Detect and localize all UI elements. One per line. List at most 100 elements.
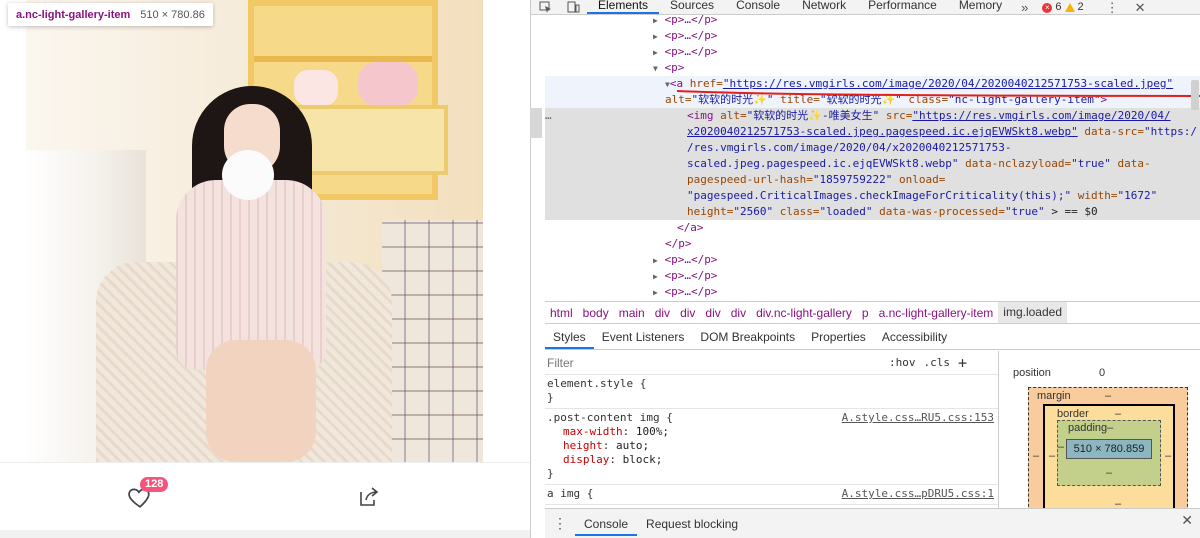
more-tabs-button[interactable]: »: [1013, 1, 1036, 14]
tree-node[interactable]: </a>: [677, 220, 704, 236]
style-property[interactable]: display: block;: [547, 453, 998, 467]
node-attr: class=: [908, 93, 949, 106]
tree-node-img[interactable]: <img alt="软软的时光✨-唯美女生" src="https://res.…: [545, 108, 1200, 124]
tab-accessibility[interactable]: Accessibility: [874, 325, 955, 349]
device-toolbar-icon[interactable]: [559, 0, 587, 14]
node-attr: onload=: [898, 173, 946, 186]
breadcrumb-item[interactable]: html: [545, 306, 578, 320]
tree-node[interactable]: ▶ <p>…</p>: [653, 28, 717, 44]
src-link[interactable]: "https://res.vmgirls.com/image/2020/04/: [912, 109, 1170, 122]
tree-node[interactable]: </p>: [665, 236, 692, 252]
tree-node-img[interactable]: scaled.jpeg.pagespeed.ic.ejqEVWSkt8.webp…: [545, 156, 1200, 172]
error-count[interactable]: × 6 2: [1042, 1, 1084, 14]
border-value: –: [1115, 408, 1122, 420]
tab-elements[interactable]: Elements: [587, 0, 660, 14]
tab-event-listeners[interactable]: Event Listeners: [594, 325, 693, 349]
box-content-size[interactable]: 510 × 780.859: [1066, 439, 1152, 459]
horizontal-scrollbar[interactable]: [0, 530, 530, 538]
tree-node[interactable]: ▼ <p>: [653, 60, 684, 76]
node-value: "true": [1071, 157, 1111, 170]
breadcrumb-item[interactable]: p: [857, 306, 874, 320]
gallery-photo[interactable]: [26, 0, 483, 462]
style-rule[interactable]: a img { A.style.css…pDRU5.css:1: [545, 485, 998, 505]
node-attr: alt=: [665, 93, 692, 106]
tree-node[interactable]: ▶ <p>…</p>: [653, 268, 717, 284]
node-tag: <img: [687, 109, 714, 122]
tab-dom-breakpoints[interactable]: DOM Breakpoints: [692, 325, 803, 349]
box-padding[interactable]: padding– – 510 × 780.859 –: [1057, 420, 1161, 486]
href-link[interactable]: "https://res.vmgirls.com/image/2020/04/2…: [723, 77, 1173, 90]
tree-node-img[interactable]: /res.vmgirls.com/image/2020/04/x20200402…: [545, 140, 1200, 156]
node-text: <p>…</p>: [664, 15, 718, 26]
node-tag: <a: [669, 77, 684, 90]
tree-node-a-cont[interactable]: alt="软软的时光✨" title="软软的时光✨" class="nc-li…: [545, 92, 1200, 108]
tab-memory[interactable]: Memory: [948, 0, 1013, 14]
breadcrumb-item[interactable]: div: [650, 306, 675, 320]
expand-triangle-icon: ▶: [653, 272, 658, 281]
elements-scrollbar-thumb[interactable]: [1191, 80, 1199, 110]
tree-node-img[interactable]: pagespeed-url-hash="1859759222" onload=: [545, 172, 1200, 188]
breadcrumb-item[interactable]: body: [578, 306, 614, 320]
breadcrumb-item[interactable]: a.nc-light-gallery-item: [874, 306, 999, 320]
tree-node-img[interactable]: x2020040212571753-scaled.jpeg.pagespeed.…: [545, 124, 1200, 140]
settings-menu-icon[interactable]: ⋮: [1098, 1, 1127, 14]
drawer-tab-request-blocking[interactable]: Request blocking: [637, 512, 747, 536]
error-count-value: 6: [1055, 1, 1062, 13]
box-margin[interactable]: margin – border – – – – padding– – 510 ×…: [1028, 387, 1188, 508]
close-drawer-icon[interactable]: ✕: [1181, 512, 1193, 529]
tree-node[interactable]: ▶ <p>…</p>: [653, 44, 717, 60]
tab-performance[interactable]: Performance: [857, 0, 948, 14]
node-value: "pagespeed.CriticalImages.checkImageForC…: [687, 189, 1072, 202]
inspect-size: 510 × 780.86: [140, 8, 205, 21]
tree-node[interactable]: ▶ <p>…</p>: [653, 284, 717, 299]
cls-toggle[interactable]: .cls: [920, 356, 955, 369]
devtools-splitter-handle[interactable]: [530, 108, 542, 138]
node-text: <p>…</p>: [664, 269, 718, 282]
tree-node-img[interactable]: height="2560" class="loaded" data-was-pr…: [545, 204, 1200, 220]
expand-triangle-icon: ▶: [653, 32, 658, 41]
tree-node-a[interactable]: ▼<a href="https://res.vmgirls.com/image/…: [545, 76, 1200, 92]
tree-node-img[interactable]: "pagespeed.CriticalImages.checkImageForC…: [545, 188, 1200, 204]
style-rule[interactable]: element.style { }: [545, 375, 998, 409]
tree-node[interactable]: ▶ <p>…</p>: [653, 15, 717, 28]
node-attr: height=: [687, 205, 734, 218]
breadcrumb-item[interactable]: div.nc-light-gallery: [751, 306, 857, 320]
margin-value: –: [1105, 390, 1112, 402]
page-viewport: a.nc-light-gallery-item 510 × 780.86 128: [0, 0, 530, 538]
tab-network[interactable]: Network: [791, 0, 857, 14]
drawer-tab-console[interactable]: Console: [575, 512, 638, 536]
rule-source-link[interactable]: A.style.css…RU5.css:153: [842, 411, 994, 425]
tab-sources[interactable]: Sources: [659, 0, 725, 14]
margin-label: margin: [1037, 390, 1071, 402]
breadcrumb-item[interactable]: div: [700, 306, 725, 320]
breadcrumb-item[interactable]: main: [614, 306, 650, 320]
close-devtools-icon[interactable]: ✕: [1127, 1, 1154, 14]
new-rule-button[interactable]: +: [954, 354, 971, 372]
border-label: border: [1057, 408, 1089, 420]
node-text: <p>…</p>: [664, 45, 718, 58]
tab-console[interactable]: Console: [725, 0, 791, 14]
property-value: auto;: [616, 439, 650, 452]
breadcrumb-item[interactable]: div: [726, 306, 751, 320]
tab-properties[interactable]: Properties: [803, 325, 874, 349]
drawer-menu-icon[interactable]: ⋮: [545, 515, 575, 532]
inspect-element-icon[interactable]: [531, 0, 559, 14]
hov-toggle[interactable]: :hov: [885, 356, 920, 369]
box-border[interactable]: border – – – – padding– – 510 × 780.859 …: [1033, 404, 1175, 508]
share-icon[interactable]: [357, 485, 381, 509]
breadcrumb-item[interactable]: div: [675, 306, 700, 320]
breadcrumb-item-current[interactable]: img.loaded: [998, 302, 1068, 323]
node-overflow-dots[interactable]: …: [545, 108, 552, 124]
property-name: height: [563, 439, 603, 452]
node-text: > == $0: [1051, 205, 1098, 218]
rule-source-link[interactable]: A.style.css…pDRU5.css:1: [842, 487, 994, 501]
tree-node[interactable]: ▶ <p>…</p>: [653, 252, 717, 268]
warning-icon: [1064, 3, 1075, 12]
src-link[interactable]: x2020040212571753-scaled.jpeg.pagespeed.…: [687, 125, 1078, 138]
node-value: "软软的时光✨": [819, 93, 902, 106]
tab-styles[interactable]: Styles: [545, 325, 594, 349]
style-rule[interactable]: .post-content img { A.style.css…RU5.css:…: [545, 409, 998, 485]
style-property[interactable]: height: auto;: [547, 439, 998, 453]
style-property[interactable]: max-width: 100%;: [547, 425, 998, 439]
styles-filter-input[interactable]: [545, 352, 885, 373]
